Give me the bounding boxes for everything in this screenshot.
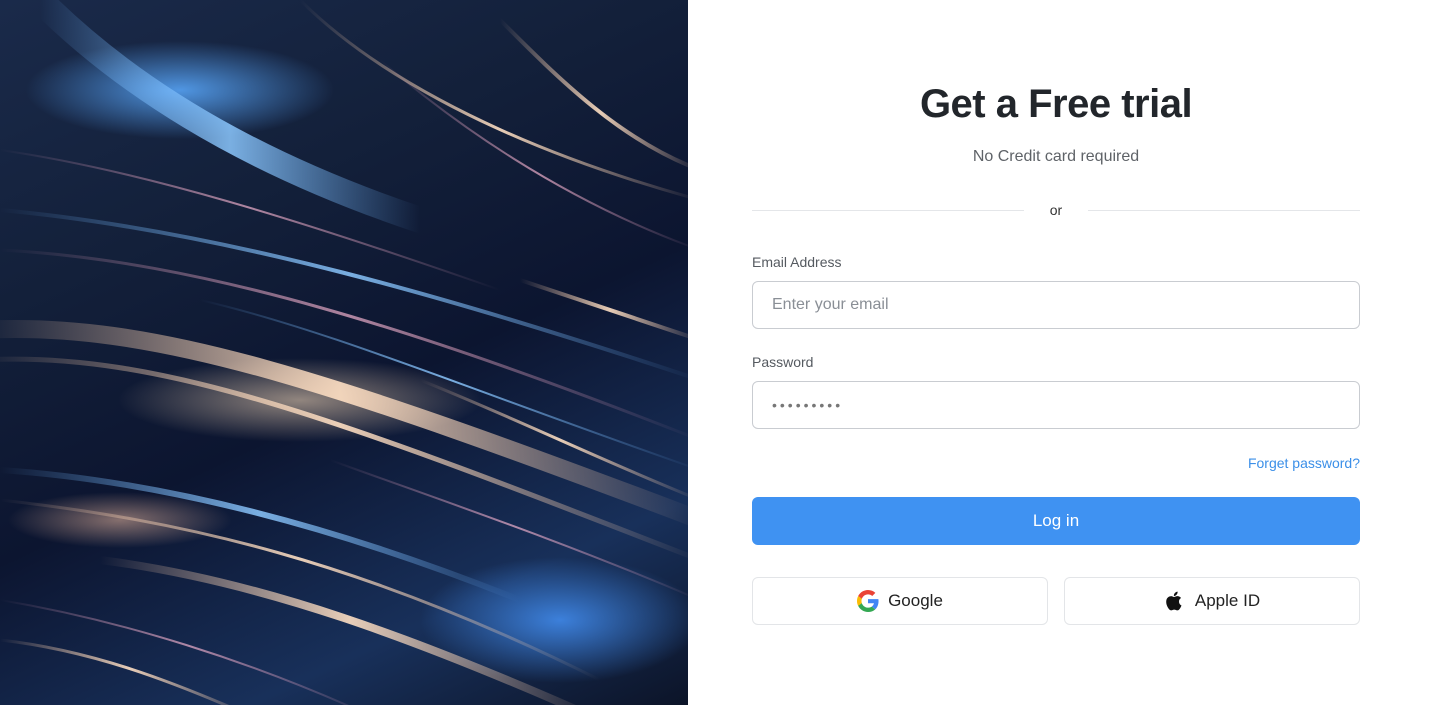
login-button[interactable]: Log in bbox=[752, 497, 1360, 545]
or-divider: or bbox=[752, 202, 1360, 220]
forgot-password-link[interactable]: Forget password? bbox=[1248, 455, 1360, 471]
divider-line-left bbox=[752, 210, 1024, 211]
signup-panel: Get a Free trial No Credit card required… bbox=[752, 0, 1360, 705]
apple-icon bbox=[1164, 590, 1186, 612]
page-title: Get a Free trial bbox=[919, 82, 1193, 126]
light-streaks-graphic bbox=[0, 0, 688, 705]
password-label: Password bbox=[752, 354, 814, 370]
google-icon bbox=[857, 590, 879, 612]
email-field[interactable] bbox=[752, 281, 1360, 329]
google-signin-button[interactable]: Google bbox=[752, 577, 1048, 625]
apple-button-label: Apple ID bbox=[1194, 591, 1261, 610]
hero-image bbox=[0, 0, 688, 705]
divider-text: or bbox=[1049, 202, 1063, 218]
page-subtitle: No Credit card required bbox=[972, 148, 1140, 165]
divider-line-right bbox=[1088, 210, 1360, 211]
apple-signin-button[interactable]: Apple ID bbox=[1064, 577, 1360, 625]
google-button-label: Google bbox=[888, 591, 943, 610]
password-field[interactable] bbox=[752, 381, 1360, 429]
email-label: Email Address bbox=[752, 254, 842, 270]
